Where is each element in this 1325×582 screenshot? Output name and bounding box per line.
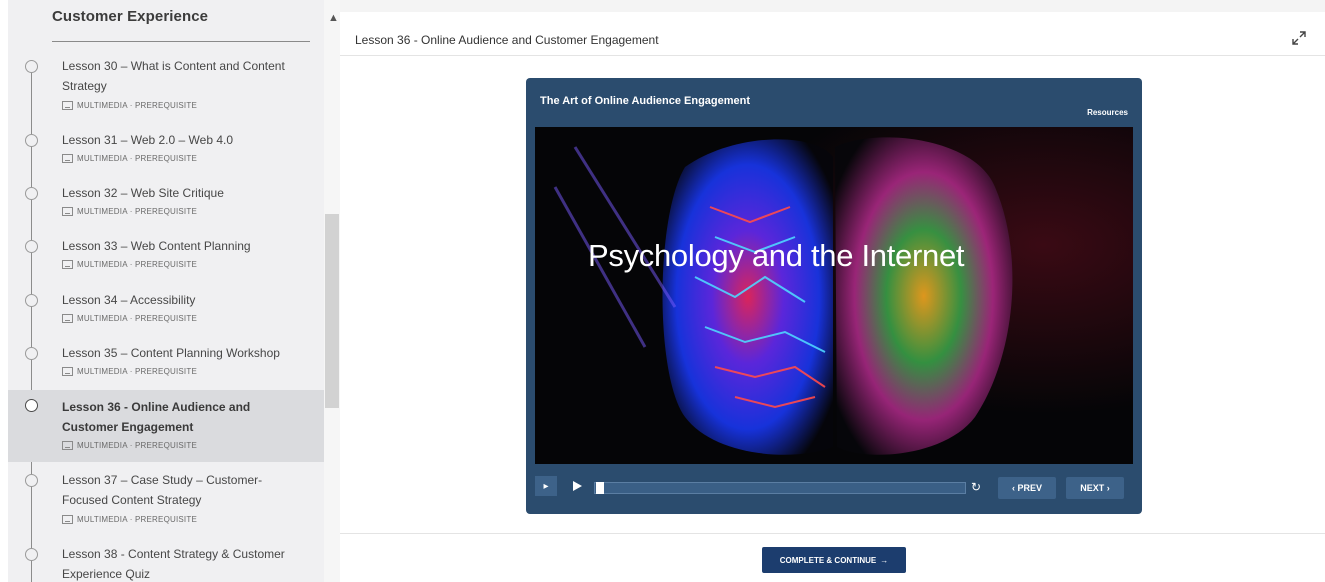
- lesson-title: Lesson 33 – Web Content Planning: [62, 239, 251, 253]
- lesson-item[interactable]: Lesson 37 – Case Study – Customer-Focuse…: [8, 470, 324, 524]
- lesson-title: Lesson 38 - Content Strategy & Customer …: [62, 547, 285, 581]
- lesson-item[interactable]: Lesson 34 – Accessibility MULTIMEDIA · P…: [8, 290, 324, 326]
- resources-link[interactable]: Resources: [1087, 108, 1128, 117]
- seek-bar[interactable]: [594, 482, 966, 494]
- incomplete-circle-icon: [25, 240, 38, 253]
- lesson-meta: MULTIMEDIA · PREREQUISITE: [62, 311, 197, 325]
- lesson-meta: MULTIMEDIA · PREREQUISITE: [62, 151, 197, 165]
- prev-button[interactable]: ‹ PREV: [998, 477, 1056, 499]
- lesson-title: Lesson 37 – Case Study – Customer-Focuse…: [62, 473, 263, 507]
- video-player: The Art of Online Audience Engagement Re…: [526, 78, 1142, 514]
- lesson-meta: MULTIMEDIA · PREREQUISITE: [62, 257, 197, 271]
- chevron-right-icon: ›: [1104, 483, 1110, 493]
- incomplete-circle-icon: [25, 474, 38, 487]
- lesson-item-active[interactable]: Lesson 36 - Online Audience and Customer…: [8, 390, 324, 462]
- play-icon[interactable]: [573, 481, 582, 491]
- lesson-item[interactable]: Lesson 38 - Content Strategy & Customer …: [8, 544, 324, 582]
- lesson-title: Lesson 31 – Web 2.0 – Web 4.0: [62, 133, 234, 147]
- multimedia-icon: [62, 100, 73, 110]
- top-strip: [340, 0, 1325, 12]
- volume-icon[interactable]: ▸: [535, 476, 557, 496]
- replay-icon[interactable]: ↻: [971, 480, 985, 494]
- brain-illustration: [535, 127, 1133, 464]
- section-title: Customer Experience: [52, 8, 209, 25]
- lesson-title: Lesson 32 – Web Site Critique: [62, 186, 224, 200]
- lesson-header: Lesson 36 - Online Audience and Customer…: [340, 24, 1325, 56]
- lesson-title: Lesson 35 – Content Planning Workshop: [62, 346, 280, 360]
- lesson-item[interactable]: Lesson 35 – Content Planning Workshop MU…: [8, 343, 324, 379]
- sidebar-scrollbar-thumb[interactable]: [325, 214, 339, 408]
- lesson-meta: MULTIMEDIA · PREREQUISITE: [62, 438, 197, 452]
- next-button[interactable]: NEXT ›: [1066, 477, 1124, 499]
- caret-up-icon[interactable]: ▲: [328, 12, 339, 24]
- lesson-item[interactable]: Lesson 32 – Web Site Critique MULTIMEDIA…: [8, 183, 324, 219]
- incomplete-circle-icon: [25, 134, 38, 147]
- multimedia-icon: [62, 313, 73, 323]
- multimedia-icon: [62, 206, 73, 216]
- current-circle-icon: [25, 399, 38, 412]
- lesson-meta: MULTIMEDIA · PREREQUISITE: [62, 204, 197, 218]
- incomplete-circle-icon: [25, 60, 38, 73]
- lesson-title: Lesson 30 – What is Content and Content …: [62, 59, 285, 93]
- footer-divider: [340, 533, 1325, 534]
- multimedia-icon: [62, 514, 73, 524]
- seek-handle[interactable]: [596, 482, 604, 494]
- incomplete-circle-icon: [25, 548, 38, 561]
- player-controls: ▸ ↻ ‹ PREV NEXT ›: [526, 468, 1142, 508]
- complete-continue-button[interactable]: COMPLETE & CONTINUE →: [762, 547, 906, 573]
- multimedia-icon: [62, 259, 73, 269]
- multimedia-icon: [62, 440, 73, 450]
- lesson-meta: MULTIMEDIA · PREREQUISITE: [62, 364, 197, 378]
- multimedia-icon: [62, 153, 73, 163]
- lesson-title-heading: Lesson 36 - Online Audience and Customer…: [355, 33, 659, 47]
- incomplete-circle-icon: [25, 347, 38, 360]
- section-header[interactable]: Customer Experience: [52, 8, 310, 42]
- video-stage[interactable]: Psychology and the Internet: [535, 127, 1133, 464]
- expand-icon[interactable]: [1291, 30, 1307, 46]
- arrow-right-icon: →: [880, 555, 889, 565]
- lesson-title: Lesson 34 – Accessibility: [62, 293, 196, 307]
- lesson-title: Lesson 36 - Online Audience and Customer…: [62, 400, 251, 434]
- lesson-meta: MULTIMEDIA · PREREQUISITE: [62, 512, 197, 526]
- lesson-meta: MULTIMEDIA · PREREQUISITE: [62, 98, 197, 112]
- multimedia-icon: [62, 366, 73, 376]
- lesson-item[interactable]: Lesson 31 – Web 2.0 – Web 4.0 MULTIMEDIA…: [8, 130, 324, 166]
- player-title: The Art of Online Audience Engagement: [540, 95, 751, 107]
- slide-caption: Psychology and the Internet: [588, 238, 965, 273]
- incomplete-circle-icon: [25, 187, 38, 200]
- incomplete-circle-icon: [25, 294, 38, 307]
- lesson-item[interactable]: Lesson 30 – What is Content and Content …: [8, 56, 324, 110]
- course-sidebar: Customer Experience ▲ Lesson 30 – What i…: [0, 0, 340, 582]
- lesson-item[interactable]: Lesson 33 – Web Content Planning MULTIME…: [8, 236, 324, 272]
